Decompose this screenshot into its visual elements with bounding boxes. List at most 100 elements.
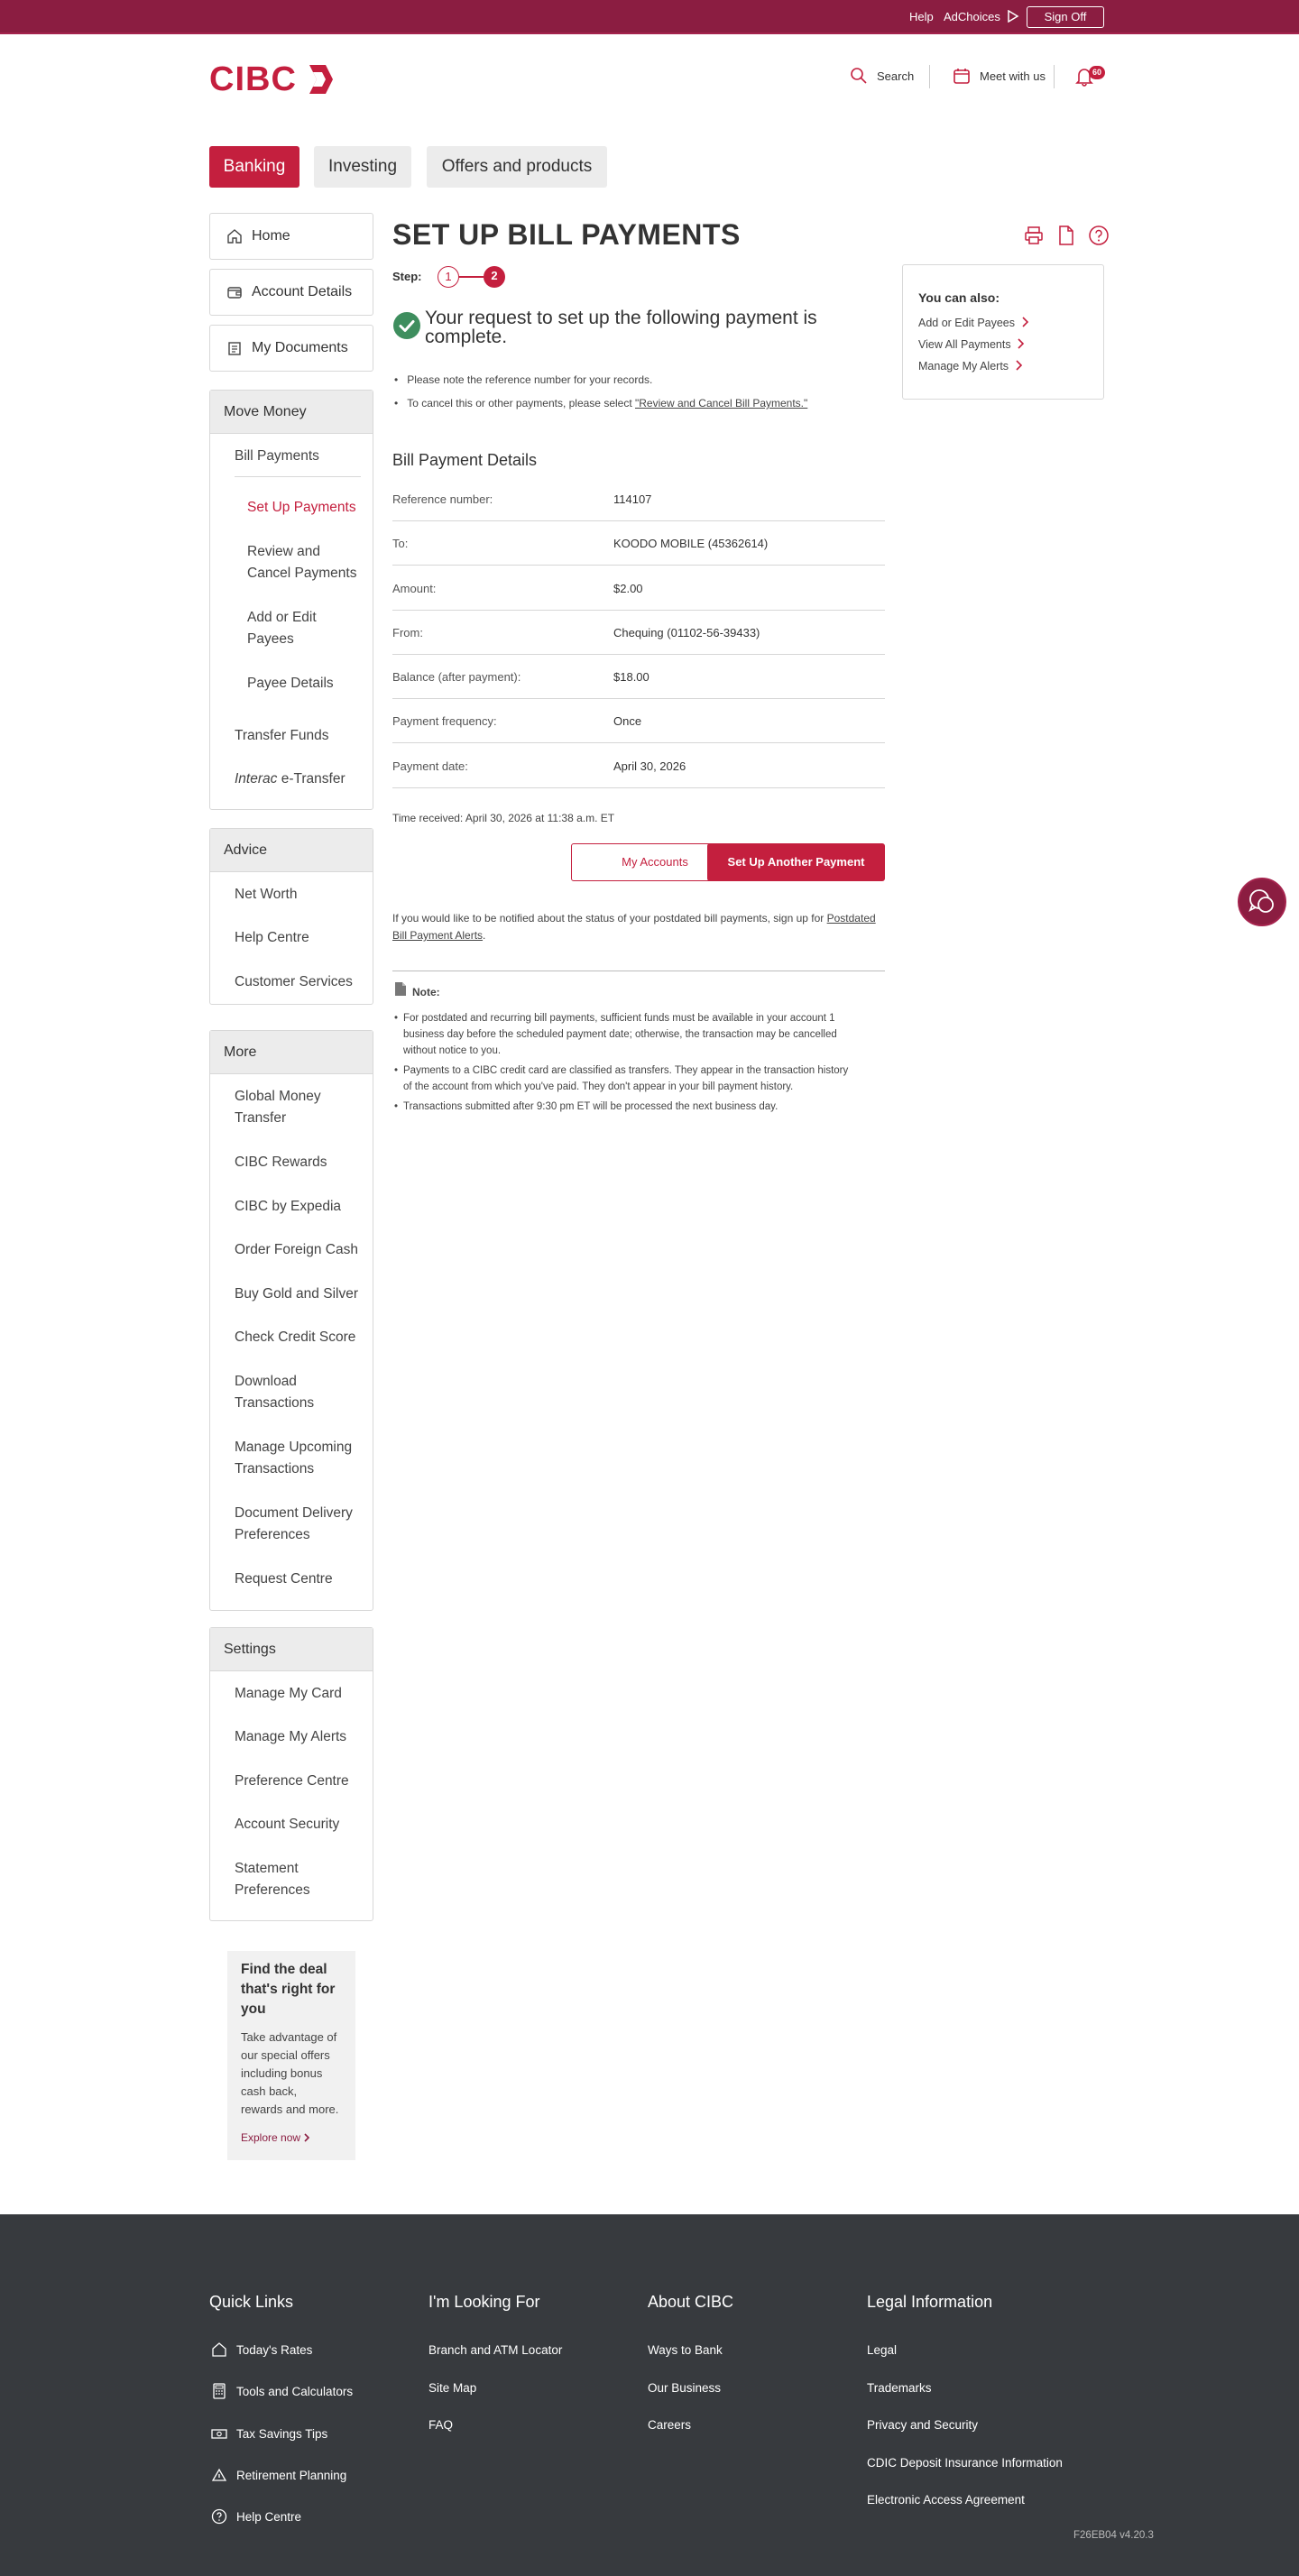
footer-link-careers[interactable]: Careers [648, 2418, 691, 2432]
sign-off-button[interactable]: Sign Off [1027, 6, 1104, 28]
bullet-list: • Please note the reference number for y… [394, 373, 807, 409]
tab-banking[interactable]: Banking [209, 146, 299, 188]
footer-link-tools-calculators[interactable]: Tools and Calculators [211, 2383, 353, 2399]
tab-investing[interactable]: Investing [314, 146, 411, 188]
sidebar-item-set-up-payments[interactable]: Set Up Payments [247, 497, 356, 519]
export-document-button[interactable] [1057, 225, 1075, 251]
sidebar-item-label: Preferences [235, 1527, 310, 1542]
manage-my-alerts-link[interactable]: Manage My Alerts [918, 360, 1023, 373]
page-title: SET UP BILL PAYMENTS [392, 218, 741, 251]
sidebar-item-cibc-rewards[interactable]: CIBC Rewards [235, 1152, 327, 1173]
list-item: • Please note the reference number for y… [394, 373, 653, 386]
sidebar-item-help-centre[interactable]: Help Centre [235, 927, 309, 949]
sidebar-item-label: Cancel Payments [247, 566, 357, 581]
footer-link-our-business[interactable]: Our Business [648, 2381, 721, 2395]
search-link[interactable]: Search [850, 67, 914, 85]
sidebar-item-transfer-funds[interactable]: Transfer Funds [235, 725, 329, 747]
sidebar-item-check-credit-score[interactable]: Check Credit Score [235, 1327, 355, 1348]
footer-heading-legal: Legal Information [867, 2293, 993, 2311]
sidebar-section-heading: Advice [210, 829, 373, 872]
step-1-indicator: 1 [438, 266, 459, 288]
adchoices-link[interactable]: AdChoices [944, 9, 1019, 23]
footer-link-branch-atm-locator[interactable]: Branch and ATM Locator [428, 2343, 562, 2357]
sidebar-item-statement-preferences[interactable]: Statement Preferences [235, 1858, 310, 1901]
footer-link-ways-to-bank[interactable]: Ways to Bank [648, 2343, 723, 2357]
cibc-logo[interactable]: CIBC [209, 60, 335, 98]
sidebar-item-cibc-by-expedia[interactable]: CIBC by Expedia [235, 1196, 341, 1218]
footer-link-faq[interactable]: FAQ [428, 2418, 453, 2432]
bullet: • [394, 1013, 399, 1024]
sidebar-item-interac-etransfer[interactable]: Interac e-Transfer [235, 768, 345, 790]
link-text: View All Payments [918, 338, 1011, 351]
sidebar-account-details[interactable]: Account Details [209, 269, 373, 316]
sidebar-item-label: Document Delivery [235, 1505, 353, 1521]
review-cancel-bill-payments-link[interactable]: "Review and Cancel Bill Payments." [635, 397, 807, 409]
link-text: Add or Edit Payees [918, 317, 1016, 329]
sidebar-item-account-security[interactable]: Account Security [235, 1814, 339, 1835]
sidebar-item-label: Transfer [235, 1110, 287, 1126]
set-up-another-payment-button[interactable]: Set Up Another Payment [707, 843, 885, 881]
logo-text: CIBC [209, 60, 297, 98]
footer-link-help-centre[interactable]: Help Centre [211, 2508, 301, 2525]
explore-now-label: Explore now [241, 2131, 301, 2144]
sidebar-item-global-money-transfer[interactable]: Global Money Transfer [235, 1086, 321, 1129]
sidebar-home[interactable]: Home [209, 213, 373, 260]
footer-link-tax-savings-tips[interactable]: Tax Savings Tips [211, 2425, 327, 2442]
footer-link-electronic-access-agreement[interactable]: Electronic Access Agreement [867, 2493, 1025, 2507]
calculator-icon [213, 2383, 226, 2399]
note-list: • For postdated and recurring bill payme… [394, 1010, 848, 1115]
sidebar-item-manage-my-card[interactable]: Manage My Card [235, 1683, 342, 1705]
row-divider [392, 610, 885, 611]
chevron-right-icon [304, 2133, 310, 2142]
question-circle-icon [1089, 225, 1109, 245]
sidebar-my-documents[interactable]: My Documents [209, 325, 373, 372]
footer-link-site-map[interactable]: Site Map [428, 2381, 476, 2395]
meet-label: Meet with us [980, 69, 1046, 83]
sidebar-item-manage-upcoming-transactions[interactable]: Manage Upcoming Transactions [235, 1437, 352, 1480]
tab-offers-and-products[interactable]: Offers and products [427, 146, 607, 188]
row-divider [392, 654, 885, 655]
chevron-right-icon [1018, 338, 1025, 349]
sidebar-item-download-transactions[interactable]: Download Transactions [235, 1371, 314, 1414]
view-all-payments-link[interactable]: View All Payments [918, 338, 1025, 351]
footer-link-retirement-planning[interactable]: Retirement Planning [211, 2467, 346, 2483]
help-link[interactable]: Help [909, 10, 934, 23]
footer-link-label: Tools and Calculators [236, 2384, 354, 2398]
footer-link-cdic[interactable]: CDIC Deposit Insurance Information [867, 2456, 1063, 2470]
sidebar-item-net-worth[interactable]: Net Worth [235, 884, 298, 906]
list-item: • For postdated and recurring bill payme… [394, 1010, 848, 1059]
chevron-right-icon [1021, 317, 1028, 327]
notification-count-badge: 60 [1089, 66, 1105, 79]
sidebar-item-add-edit-payees[interactable]: Add or Edit Payees [247, 607, 317, 650]
footer-link-todays-rates[interactable]: Today's Rates [211, 2341, 312, 2358]
sidebar-item-label: Statement [235, 1861, 299, 1876]
note-text: For postdated and recurring bill payment… [403, 1013, 835, 1024]
sidebar-item-order-foreign-cash[interactable]: Order Foreign Cash [235, 1239, 358, 1261]
balance-value: $18.00 [613, 670, 650, 684]
sidebar-item-payee-details[interactable]: Payee Details [247, 673, 334, 695]
sidebar-item-preference-centre[interactable]: Preference Centre [235, 1771, 349, 1792]
sidebar-item-request-centre[interactable]: Request Centre [235, 1569, 333, 1590]
wallet-icon [227, 287, 242, 299]
footer-link-privacy-security[interactable]: Privacy and Security [867, 2418, 978, 2432]
promo-body-line: including bonus [241, 2066, 323, 2080]
to-label: To: [392, 537, 409, 550]
print-button[interactable] [1024, 225, 1044, 250]
adchoices-label: AdChoices [944, 10, 1000, 23]
sidebar-item-review-cancel-payments[interactable]: Review and Cancel Payments [247, 541, 356, 584]
sidebar-item-document-delivery-preferences[interactable]: Document Delivery Preferences [235, 1503, 353, 1546]
help-button[interactable] [1088, 225, 1110, 251]
meet-with-us-link[interactable]: Meet with us [953, 67, 1046, 85]
sidebar-item-buy-gold-silver[interactable]: Buy Gold and Silver [235, 1283, 358, 1305]
search-label: Search [877, 69, 915, 83]
sidebar-item-bill-payments[interactable]: Bill Payments [235, 446, 319, 467]
add-edit-payees-link[interactable]: Add or Edit Payees [918, 317, 1029, 329]
row-divider [392, 565, 885, 566]
sidebar-item-customer-services[interactable]: Customer Services [235, 971, 353, 993]
footer-link-legal[interactable]: Legal [867, 2343, 897, 2357]
explore-now-link[interactable]: Explore now [241, 2131, 310, 2144]
chat-button[interactable] [1238, 878, 1286, 926]
sidebar-item-manage-my-alerts[interactable]: Manage My Alerts [235, 1726, 346, 1748]
sidebar-home-label: Home [252, 228, 290, 244]
footer-link-trademarks[interactable]: Trademarks [867, 2381, 932, 2395]
